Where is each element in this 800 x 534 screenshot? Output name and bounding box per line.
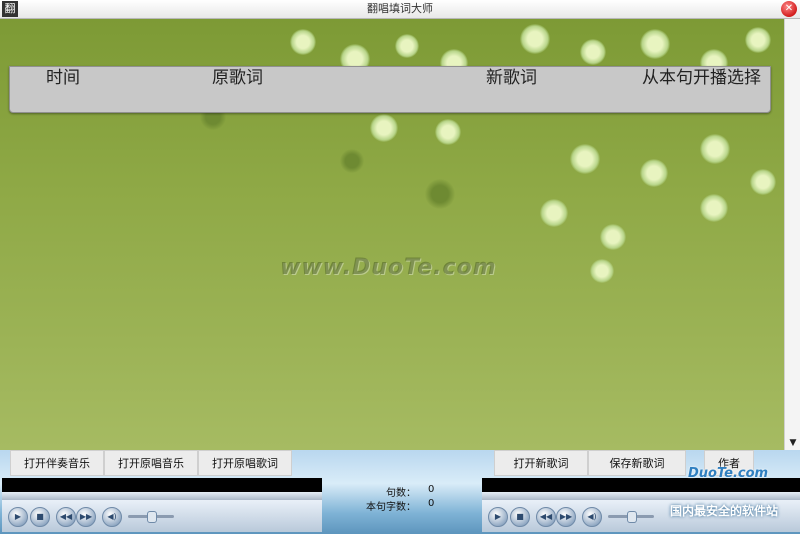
- previous-icon[interactable]: ◀◀: [536, 507, 556, 527]
- lyric-area[interactable]: www.DuoTe.com 时间 原歌词 新歌词 从本句开播选择: [0, 19, 784, 450]
- site-logo: DuoTe.com: [688, 466, 769, 481]
- clover-decoration: [700, 134, 730, 164]
- column-new-lyrics[interactable]: 新歌词: [486, 67, 537, 89]
- column-play-from-here[interactable]: 从本句开播选择: [642, 67, 761, 89]
- accompaniment-player: ▶ ■ ◀◀ ▶▶ ◀): [2, 478, 322, 532]
- clover-decoration: [745, 27, 771, 53]
- clover-decoration: [580, 39, 606, 65]
- clover-decoration: [600, 224, 626, 250]
- play-icon[interactable]: ▶: [488, 507, 508, 527]
- column-original-lyrics[interactable]: 原歌词: [212, 67, 263, 89]
- player-controls: ▶ ■ ◀◀ ▶▶ ◀): [2, 500, 322, 532]
- clover-decoration: [520, 24, 550, 54]
- open-original-music-button[interactable]: 打开原唱音乐: [104, 450, 198, 476]
- volume-slider-knob[interactable]: [627, 511, 637, 523]
- clover-decoration: [750, 169, 776, 195]
- sentence-chars-label: 本句字数：: [366, 502, 416, 513]
- clover-decoration: [700, 194, 728, 222]
- vertical-scrollbar[interactable]: ▼: [784, 19, 800, 450]
- clover-decoration: [435, 119, 461, 145]
- player-video-area: [2, 478, 322, 492]
- clover-decoration: [640, 159, 668, 187]
- clover-decoration: [340, 149, 364, 173]
- volume-icon[interactable]: ◀): [582, 507, 602, 527]
- next-icon[interactable]: ▶▶: [556, 507, 576, 527]
- save-new-lyrics-button[interactable]: 保存新歌词: [588, 450, 686, 476]
- volume-icon[interactable]: ◀): [102, 507, 122, 527]
- watermark-text: www.DuoTe.com: [280, 255, 497, 280]
- close-button[interactable]: ✕: [781, 1, 797, 17]
- stop-icon[interactable]: ■: [30, 507, 50, 527]
- sentence-count-value: 0: [428, 484, 435, 495]
- stop-icon[interactable]: ■: [510, 507, 530, 527]
- clover-decoration: [290, 29, 316, 55]
- site-tagline: 国内最安全的软件站: [670, 504, 779, 518]
- lyric-table-header: 时间 原歌词 新歌词 从本句开播选择: [9, 66, 771, 113]
- next-icon[interactable]: ▶▶: [76, 507, 96, 527]
- clover-decoration: [425, 179, 455, 209]
- control-panel: 打开伴奏音乐 打开原唱音乐 打开原唱歌词 打开新歌词 保存新歌词 作者 ▶ ■ …: [0, 450, 800, 534]
- seek-bar[interactable]: [2, 492, 322, 500]
- window-title: 翻唱填词大师: [367, 2, 433, 15]
- clover-decoration: [540, 199, 568, 227]
- clover-decoration: [395, 34, 419, 58]
- title-bar: 翻 翻唱填词大师 ✕: [0, 0, 800, 19]
- previous-icon[interactable]: ◀◀: [56, 507, 76, 527]
- open-new-lyrics-button[interactable]: 打开新歌词: [494, 450, 588, 476]
- sentence-count-label: 句数：: [386, 488, 416, 499]
- clover-decoration: [590, 259, 614, 283]
- volume-slider-knob[interactable]: [147, 511, 157, 523]
- sentence-chars-value: 0: [428, 498, 435, 509]
- open-accompaniment-button[interactable]: 打开伴奏音乐: [10, 450, 104, 476]
- column-time[interactable]: 时间: [46, 67, 80, 89]
- scroll-down-arrow-icon[interactable]: ▼: [785, 436, 800, 450]
- clover-decoration: [370, 114, 398, 142]
- open-original-lyrics-button[interactable]: 打开原唱歌词: [198, 450, 292, 476]
- seek-bar[interactable]: [482, 492, 800, 500]
- clover-decoration: [640, 29, 670, 59]
- play-icon[interactable]: ▶: [8, 507, 28, 527]
- clover-decoration: [570, 144, 600, 174]
